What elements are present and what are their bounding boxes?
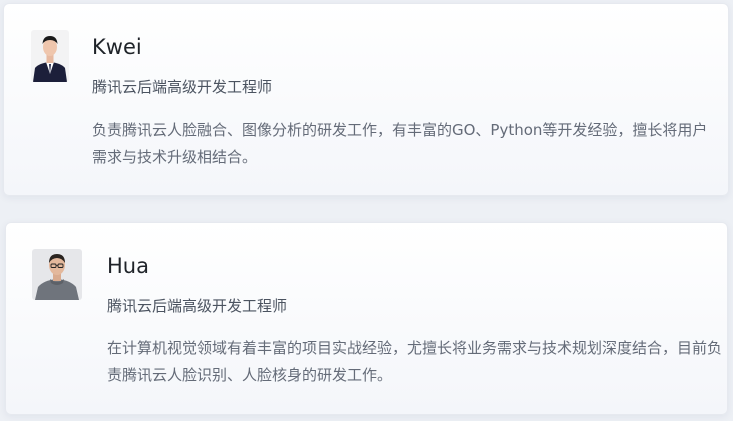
member-title: 腾讯云后端高级开发工程师 <box>92 78 273 96</box>
person-avatar-image <box>31 30 69 82</box>
member-name: Kwei <box>92 35 142 59</box>
member-title: 腾讯云后端高级开发工程师 <box>107 297 288 315</box>
team-member-card: Kwei 腾讯云后端高级开发工程师 负责腾讯云人脸融合、图像分析的研发工作，有丰… <box>3 3 729 196</box>
member-name: Hua <box>107 254 149 278</box>
person-avatar-image <box>32 249 82 300</box>
avatar <box>32 249 82 300</box>
team-member-card: Hua 腾讯云后端高级开发工程师 在计算机视觉领域有着丰富的项目实战经验，尤擅长… <box>5 222 728 415</box>
avatar <box>31 30 69 82</box>
member-bio: 负责腾讯云人脸融合、图像分析的研发工作，有丰富的GO、Python等开发经验，擅… <box>92 121 708 166</box>
member-bio: 在计算机视觉领域有着丰富的项目实战经验，尤擅长将业务需求与技术规划深度结合，目前… <box>107 339 723 384</box>
